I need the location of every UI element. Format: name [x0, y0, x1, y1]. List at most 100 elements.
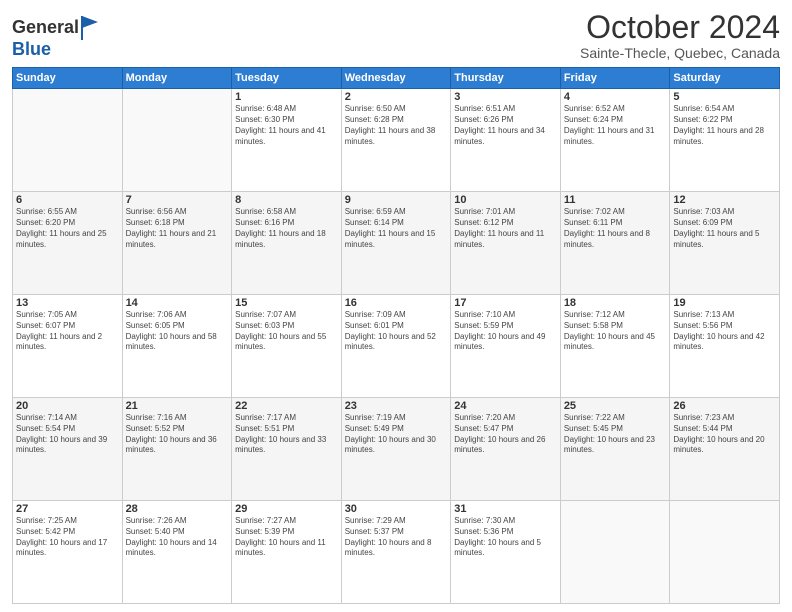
- calendar-cell: 30Sunrise: 7:29 AM Sunset: 5:37 PM Dayli…: [341, 501, 451, 604]
- day-number: 27: [16, 503, 119, 515]
- day-info: Sunrise: 6:51 AM Sunset: 6:26 PM Dayligh…: [454, 104, 557, 147]
- logo-blue: Blue: [12, 40, 100, 60]
- day-info: Sunrise: 7:29 AM Sunset: 5:37 PM Dayligh…: [345, 516, 448, 559]
- day-number: 23: [345, 400, 448, 412]
- day-info: Sunrise: 7:17 AM Sunset: 5:51 PM Dayligh…: [235, 413, 338, 456]
- calendar-cell: 10Sunrise: 7:01 AM Sunset: 6:12 PM Dayli…: [451, 192, 561, 295]
- day-number: 9: [345, 194, 448, 206]
- calendar-cell: 22Sunrise: 7:17 AM Sunset: 5:51 PM Dayli…: [232, 398, 342, 501]
- day-info: Sunrise: 7:07 AM Sunset: 6:03 PM Dayligh…: [235, 310, 338, 353]
- day-info: Sunrise: 6:52 AM Sunset: 6:24 PM Dayligh…: [564, 104, 667, 147]
- calendar-cell: 6Sunrise: 6:55 AM Sunset: 6:20 PM Daylig…: [13, 192, 123, 295]
- calendar-cell: [122, 89, 232, 192]
- calendar-cell: 15Sunrise: 7:07 AM Sunset: 6:03 PM Dayli…: [232, 295, 342, 398]
- day-number: 21: [126, 400, 229, 412]
- day-info: Sunrise: 7:25 AM Sunset: 5:42 PM Dayligh…: [16, 516, 119, 559]
- calendar-cell: 16Sunrise: 7:09 AM Sunset: 6:01 PM Dayli…: [341, 295, 451, 398]
- day-info: Sunrise: 7:14 AM Sunset: 5:54 PM Dayligh…: [16, 413, 119, 456]
- day-number: 28: [126, 503, 229, 515]
- calendar-week-row: 27Sunrise: 7:25 AM Sunset: 5:42 PM Dayli…: [13, 501, 780, 604]
- day-number: 15: [235, 297, 338, 309]
- calendar-cell: 28Sunrise: 7:26 AM Sunset: 5:40 PM Dayli…: [122, 501, 232, 604]
- day-info: Sunrise: 7:05 AM Sunset: 6:07 PM Dayligh…: [16, 310, 119, 353]
- day-number: 22: [235, 400, 338, 412]
- day-info: Sunrise: 6:54 AM Sunset: 6:22 PM Dayligh…: [673, 104, 776, 147]
- calendar-cell: 23Sunrise: 7:19 AM Sunset: 5:49 PM Dayli…: [341, 398, 451, 501]
- calendar-cell: 18Sunrise: 7:12 AM Sunset: 5:58 PM Dayli…: [560, 295, 670, 398]
- page: General Blue October 2024 Sainte-Thecle,…: [0, 0, 792, 612]
- calendar-week-row: 6Sunrise: 6:55 AM Sunset: 6:20 PM Daylig…: [13, 192, 780, 295]
- calendar-header-row: SundayMondayTuesdayWednesdayThursdayFrid…: [13, 68, 780, 89]
- day-number: 10: [454, 194, 557, 206]
- calendar-week-row: 20Sunrise: 7:14 AM Sunset: 5:54 PM Dayli…: [13, 398, 780, 501]
- day-header-thursday: Thursday: [451, 68, 561, 89]
- calendar-cell: [670, 501, 780, 604]
- day-header-sunday: Sunday: [13, 68, 123, 89]
- day-number: 14: [126, 297, 229, 309]
- day-number: 3: [454, 91, 557, 103]
- day-info: Sunrise: 6:48 AM Sunset: 6:30 PM Dayligh…: [235, 104, 338, 147]
- logo-general: General: [12, 18, 79, 38]
- calendar-cell: 20Sunrise: 7:14 AM Sunset: 5:54 PM Dayli…: [13, 398, 123, 501]
- day-number: 25: [564, 400, 667, 412]
- day-number: 16: [345, 297, 448, 309]
- day-header-saturday: Saturday: [670, 68, 780, 89]
- calendar-cell: 17Sunrise: 7:10 AM Sunset: 5:59 PM Dayli…: [451, 295, 561, 398]
- title-block: October 2024 Sainte-Thecle, Quebec, Cana…: [580, 10, 780, 61]
- calendar-cell: 7Sunrise: 6:56 AM Sunset: 6:18 PM Daylig…: [122, 192, 232, 295]
- calendar-cell: 11Sunrise: 7:02 AM Sunset: 6:11 PM Dayli…: [560, 192, 670, 295]
- day-number: 6: [16, 194, 119, 206]
- month-title: October 2024: [580, 10, 780, 45]
- calendar-cell: 21Sunrise: 7:16 AM Sunset: 5:52 PM Dayli…: [122, 398, 232, 501]
- day-info: Sunrise: 7:27 AM Sunset: 5:39 PM Dayligh…: [235, 516, 338, 559]
- day-number: 31: [454, 503, 557, 515]
- calendar-cell: 24Sunrise: 7:20 AM Sunset: 5:47 PM Dayli…: [451, 398, 561, 501]
- day-info: Sunrise: 7:22 AM Sunset: 5:45 PM Dayligh…: [564, 413, 667, 456]
- day-info: Sunrise: 7:03 AM Sunset: 6:09 PM Dayligh…: [673, 207, 776, 250]
- day-number: 17: [454, 297, 557, 309]
- day-number: 13: [16, 297, 119, 309]
- calendar-cell: 2Sunrise: 6:50 AM Sunset: 6:28 PM Daylig…: [341, 89, 451, 192]
- calendar-cell: 13Sunrise: 7:05 AM Sunset: 6:07 PM Dayli…: [13, 295, 123, 398]
- day-number: 29: [235, 503, 338, 515]
- calendar-cell: 9Sunrise: 6:59 AM Sunset: 6:14 PM Daylig…: [341, 192, 451, 295]
- calendar-cell: 4Sunrise: 6:52 AM Sunset: 6:24 PM Daylig…: [560, 89, 670, 192]
- day-number: 8: [235, 194, 338, 206]
- day-info: Sunrise: 6:50 AM Sunset: 6:28 PM Dayligh…: [345, 104, 448, 147]
- calendar-cell: 25Sunrise: 7:22 AM Sunset: 5:45 PM Dayli…: [560, 398, 670, 501]
- day-number: 11: [564, 194, 667, 206]
- day-number: 19: [673, 297, 776, 309]
- day-number: 7: [126, 194, 229, 206]
- day-number: 20: [16, 400, 119, 412]
- day-info: Sunrise: 7:02 AM Sunset: 6:11 PM Dayligh…: [564, 207, 667, 250]
- calendar-cell: 26Sunrise: 7:23 AM Sunset: 5:44 PM Dayli…: [670, 398, 780, 501]
- day-info: Sunrise: 7:13 AM Sunset: 5:56 PM Dayligh…: [673, 310, 776, 353]
- day-header-wednesday: Wednesday: [341, 68, 451, 89]
- location-subtitle: Sainte-Thecle, Quebec, Canada: [580, 45, 780, 61]
- day-info: Sunrise: 7:06 AM Sunset: 6:05 PM Dayligh…: [126, 310, 229, 353]
- calendar-week-row: 13Sunrise: 7:05 AM Sunset: 6:07 PM Dayli…: [13, 295, 780, 398]
- day-info: Sunrise: 7:26 AM Sunset: 5:40 PM Dayligh…: [126, 516, 229, 559]
- day-info: Sunrise: 7:23 AM Sunset: 5:44 PM Dayligh…: [673, 413, 776, 456]
- day-info: Sunrise: 6:55 AM Sunset: 6:20 PM Dayligh…: [16, 207, 119, 250]
- calendar-cell: 29Sunrise: 7:27 AM Sunset: 5:39 PM Dayli…: [232, 501, 342, 604]
- header: General Blue October 2024 Sainte-Thecle,…: [12, 10, 780, 61]
- calendar-cell: [560, 501, 670, 604]
- day-number: 30: [345, 503, 448, 515]
- day-info: Sunrise: 7:20 AM Sunset: 5:47 PM Dayligh…: [454, 413, 557, 456]
- day-info: Sunrise: 7:09 AM Sunset: 6:01 PM Dayligh…: [345, 310, 448, 353]
- day-number: 1: [235, 91, 338, 103]
- day-info: Sunrise: 6:56 AM Sunset: 6:18 PM Dayligh…: [126, 207, 229, 250]
- calendar-cell: 27Sunrise: 7:25 AM Sunset: 5:42 PM Dayli…: [13, 501, 123, 604]
- day-header-tuesday: Tuesday: [232, 68, 342, 89]
- calendar-cell: 3Sunrise: 6:51 AM Sunset: 6:26 PM Daylig…: [451, 89, 561, 192]
- day-number: 5: [673, 91, 776, 103]
- calendar-cell: 1Sunrise: 6:48 AM Sunset: 6:30 PM Daylig…: [232, 89, 342, 192]
- calendar-cell: 19Sunrise: 7:13 AM Sunset: 5:56 PM Dayli…: [670, 295, 780, 398]
- day-number: 2: [345, 91, 448, 103]
- calendar-cell: [13, 89, 123, 192]
- day-info: Sunrise: 7:10 AM Sunset: 5:59 PM Dayligh…: [454, 310, 557, 353]
- calendar-cell: 8Sunrise: 6:58 AM Sunset: 6:16 PM Daylig…: [232, 192, 342, 295]
- day-number: 4: [564, 91, 667, 103]
- day-number: 26: [673, 400, 776, 412]
